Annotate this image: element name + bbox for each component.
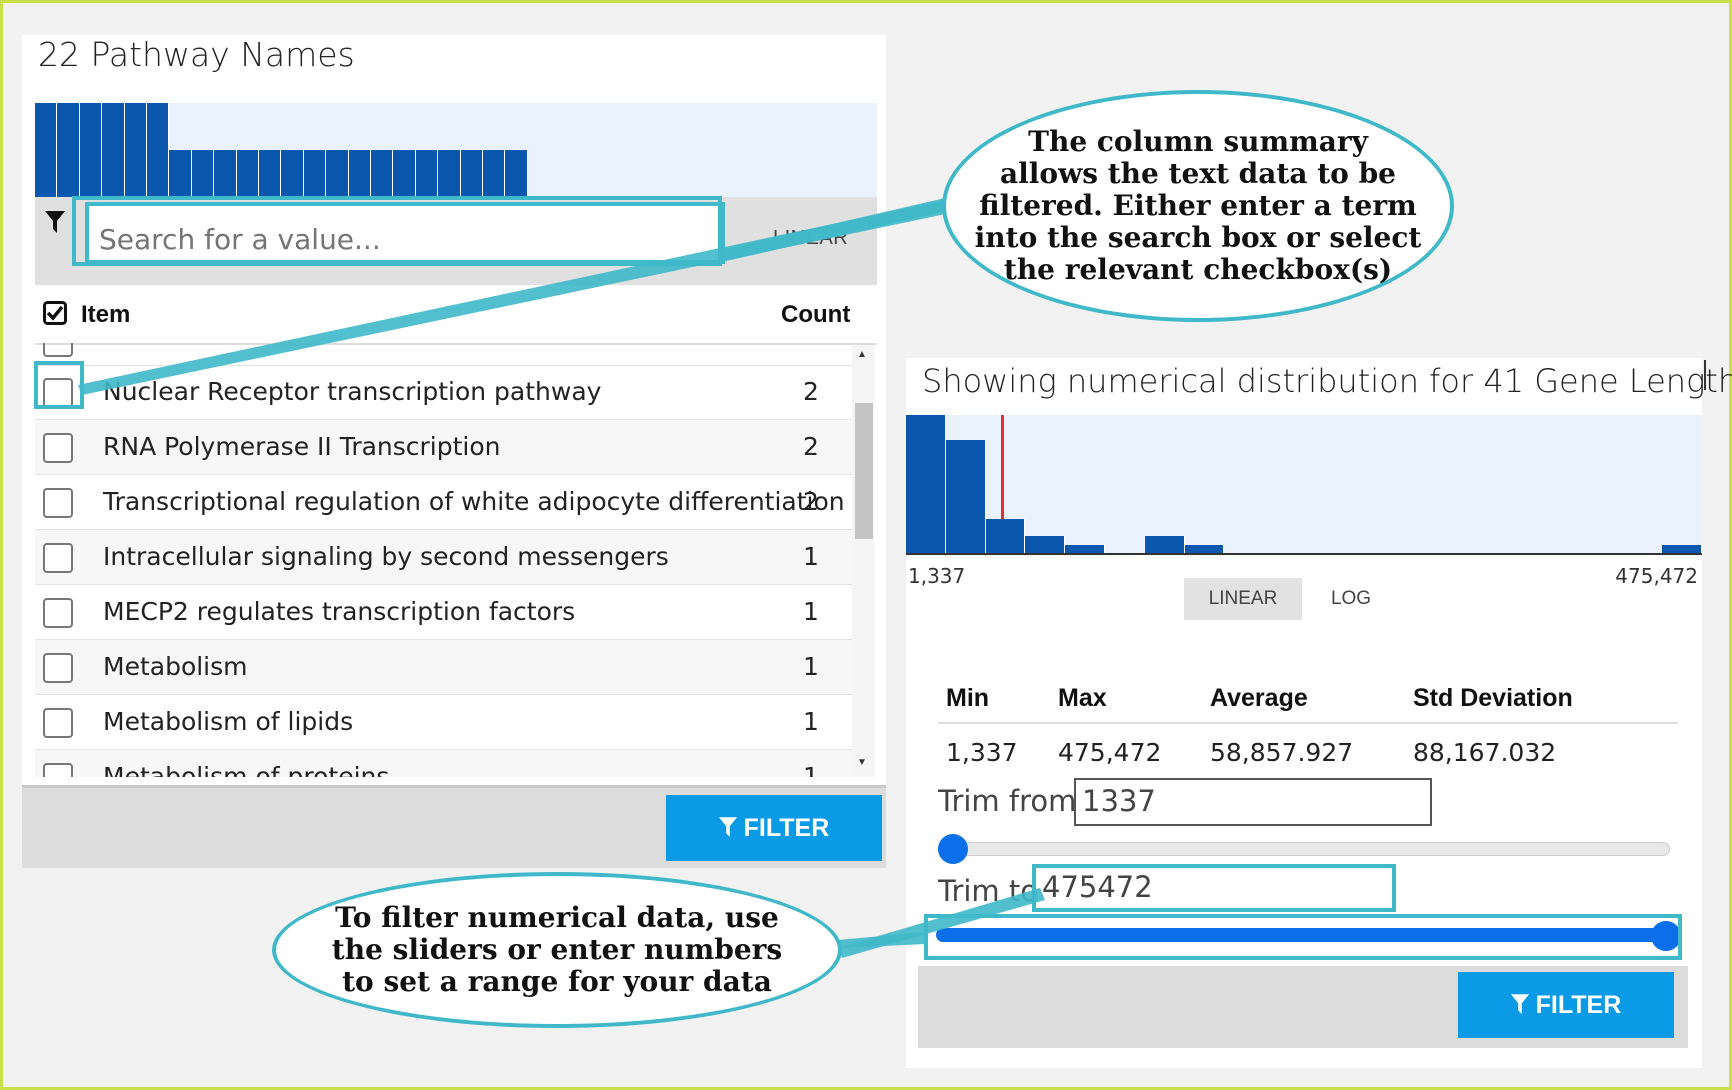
- callout-line: the sliders or enter numbers: [331, 933, 783, 966]
- checkbox-highlight: [34, 361, 84, 409]
- text-filter-callout: The column summary allows the text data …: [942, 90, 1454, 322]
- search-highlight: [72, 196, 722, 266]
- callout-line: into the search box or select: [974, 221, 1422, 254]
- slider-highlight: [924, 914, 1682, 960]
- callout-line: allows the text data to be: [1000, 157, 1396, 190]
- callout-line: to set a range for your data: [342, 965, 772, 998]
- trim-to-highlight: [1032, 864, 1396, 912]
- callout-line: the relevant checkbox(s): [1003, 253, 1393, 286]
- callout-line: filtered. Either enter a term: [979, 189, 1417, 222]
- callout-line: To filter numerical data, use: [335, 901, 779, 934]
- callout-line: The column summary: [1028, 125, 1368, 158]
- numeric-filter-callout: To filter numerical data, use the slider…: [272, 872, 842, 1028]
